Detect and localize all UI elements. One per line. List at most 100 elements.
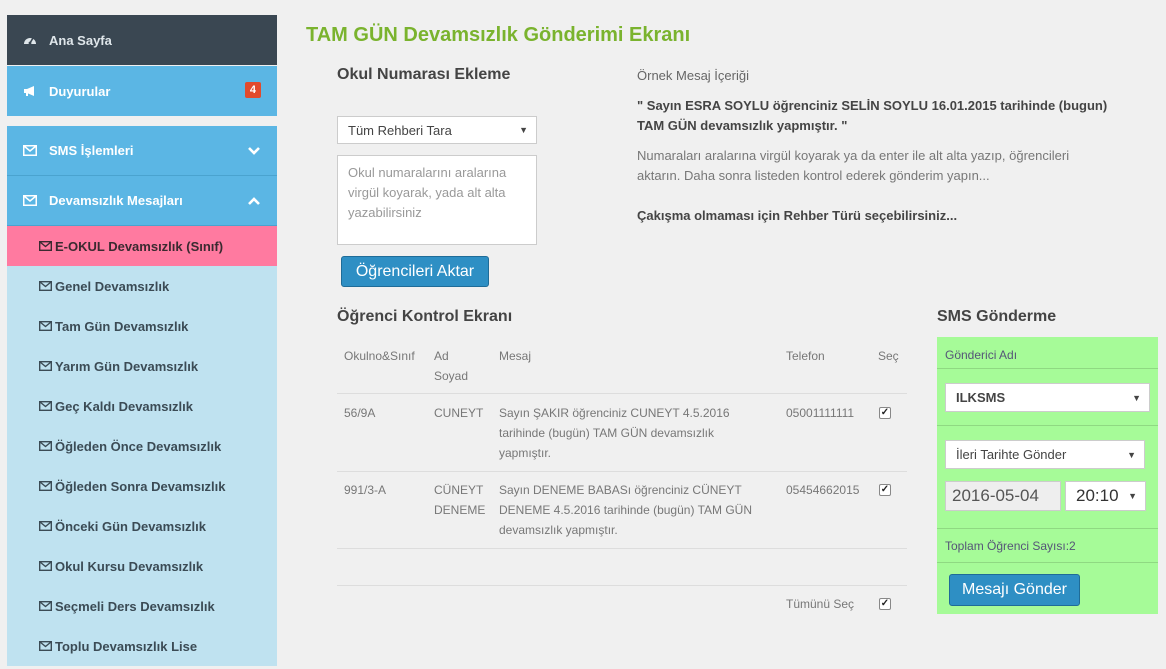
submenu-item[interactable]: Öğleden Önce Devamsızlık [7, 426, 277, 466]
submenu-item-label: Genel Devamsızlık [55, 278, 170, 294]
nav-announcements[interactable]: Duyurular 4 [7, 66, 277, 116]
submenu-item[interactable]: Genel Devamsızlık [7, 266, 277, 306]
nav-absence-messages[interactable]: Devamsızlık Mesajları [7, 176, 277, 226]
submenu-item[interactable]: Seçmeli Ders Devamsızlık [7, 586, 277, 626]
row-1-message-line-1: Sayın ŞAKIR öğrenciniz CUNEYT 4.5.2016 [499, 406, 730, 420]
transfer-students-button[interactable]: Öğrencileri Aktar [341, 256, 489, 287]
sender-name-select[interactable]: ILKSMS ▼ [945, 383, 1150, 412]
col-header-school-no: Okulno&Sınıf [344, 349, 415, 363]
col-header-message: Mesaj [499, 349, 532, 363]
announcements-count-badge: 4 [244, 82, 261, 98]
row-1-phone: 05001111111 [786, 406, 855, 420]
col-header-select: Seç [878, 349, 899, 363]
chevron-up-icon [247, 193, 261, 209]
conflict-note: Çakışma olmaması için Rehber Türü seçebi… [637, 208, 958, 223]
col-header-name: Ad [434, 349, 449, 363]
sample-message-heading: Örnek Mesaj İçeriği [637, 68, 749, 83]
caret-down-icon: ▼ [1132, 392, 1141, 403]
submenu-item-label: Seçmeli Ders Devamsızlık [55, 598, 215, 614]
submenu-item[interactable]: Tam Gün Devamsızlık [7, 306, 277, 346]
envelope-icon [39, 361, 54, 371]
submenu-item[interactable]: E-OKUL Devamsızlık (Sınıf) [7, 226, 277, 266]
row-2-select-checkbox[interactable]: ✓ [879, 484, 891, 496]
sms-send-heading: SMS Gönderme [937, 308, 1057, 325]
row-2-school-no: 991/3-A [344, 483, 387, 497]
envelope-icon [39, 321, 54, 331]
nav-absence-messages-label: Devamsızlık Mesajları [49, 193, 183, 208]
envelope-icon [39, 241, 54, 251]
send-time-select[interactable]: 20:10 ▼ [1065, 481, 1146, 511]
row-2-surname: DENEME [434, 503, 486, 517]
row-2-phone: 05454662015 [786, 483, 860, 497]
send-date-input[interactable]: 2016-05-04 [945, 481, 1061, 511]
megaphone-icon [23, 85, 41, 97]
row-1-name: CUNEYT [434, 406, 484, 420]
nav-sms-operations-label: SMS İşlemleri [49, 143, 134, 158]
envelope-icon [39, 641, 54, 651]
envelope-icon [39, 601, 54, 611]
sender-name-label: Gönderici Adı [945, 348, 1018, 362]
submenu-item[interactable]: Yarım Gün Devamsızlık [7, 346, 277, 386]
absence-submenu: E-OKUL Devamsızlık (Sınıf) Genel Devamsız… [7, 226, 277, 666]
sms-panel [937, 337, 1158, 614]
dashboard-icon [23, 34, 41, 46]
submenu-item[interactable]: Öğleden Sonra Devamsızlık [7, 466, 277, 506]
control-screen-heading: Öğrenci Kontrol Ekranı [337, 308, 513, 325]
row-2-message-line-1: Sayın DENEME BABASı öğrenciniz CÜNEYT [499, 483, 742, 497]
submenu-item-label: Önceki Gün Devamsızlık [55, 518, 207, 534]
row-2-name: CÜNEYT [434, 483, 484, 497]
info-text-line-2: aktarın. Daha sonra listeden kontrol ede… [637, 168, 990, 183]
schedule-select-value: İleri Tarihte Gönder [956, 447, 1067, 462]
row-1-select-checkbox[interactable]: ✓ [879, 407, 891, 419]
caret-down-icon: ▼ [1128, 491, 1137, 501]
select-all-label: Tümünü Seç [786, 597, 855, 611]
school-numbers-textarea[interactable]: Okul numaralarını aralarına virgül koyar… [337, 155, 537, 245]
envelope-icon [39, 561, 54, 571]
submenu-item[interactable]: Önceki Gün Devamsızlık [7, 506, 277, 546]
submenu-item[interactable]: Okul Kursu Devamsızlık [7, 546, 277, 586]
submenu-item-label: Öğleden Sonra Devamsızlık [55, 478, 226, 494]
submenu-item[interactable]: Toplu Devamsızlık Lise [7, 626, 277, 666]
schedule-select[interactable]: İleri Tarihte Gönder ▼ [945, 440, 1145, 469]
envelope-icon [39, 521, 54, 531]
col-header-surname: Soyad [434, 369, 469, 383]
sender-name-select-value: ILKSMS [956, 390, 1006, 405]
envelope-icon [39, 281, 54, 291]
submenu-item-label: Öğleden Önce Devamsızlık [55, 438, 222, 454]
envelope-icon [39, 481, 54, 491]
submenu-item[interactable]: Geç Kaldı Devamsızlık [7, 386, 277, 426]
nav-home[interactable]: Ana Sayfa [7, 15, 277, 65]
row-1-school-no: 56/9A [344, 406, 376, 420]
row-1-message-line-2: tarihinde (bugün) TAM GÜN devamsızlık [499, 426, 714, 440]
submenu-item-label: Tam Gün Devamsızlık [55, 318, 189, 334]
select-all-checkbox[interactable]: ✓ [879, 598, 891, 610]
total-students-count: Toplam Öğrenci Sayısı:2 [945, 539, 1076, 553]
chevron-down-icon [247, 143, 261, 159]
nav-sms-operations[interactable]: SMS İşlemleri [7, 126, 277, 176]
submenu-item-label: Geç Kaldı Devamsızlık [55, 398, 194, 414]
col-header-phone: Telefon [786, 349, 825, 363]
submenu-item-label: E-OKUL Devamsızlık (Sınıf) [55, 238, 224, 254]
add-numbers-heading: Okul Numarası Ekleme [337, 66, 511, 83]
envelope-icon [39, 401, 54, 411]
submenu-item-label: Okul Kursu Devamsızlık [55, 558, 204, 574]
caret-down-icon: ▼ [1127, 449, 1136, 460]
guide-type-select-value: Tüm Rehberi Tara [348, 122, 452, 138]
send-message-button[interactable]: Mesajı Gönder [949, 574, 1080, 606]
submenu-item-label: Toplu Devamsızlık Lise [55, 638, 198, 654]
envelope-icon [23, 195, 41, 206]
send-time-value: 20:10 [1076, 486, 1119, 505]
sample-message-line-2: TAM GÜN devamsızlık yapmıştır. " [637, 118, 848, 133]
nav-home-label: Ana Sayfa [49, 32, 112, 48]
row-1-message-line-3: yapmıştır. [499, 446, 552, 460]
envelope-icon [39, 441, 54, 451]
guide-type-select[interactable]: Tüm Rehberi Tara ▼ [337, 116, 537, 144]
caret-down-icon: ▼ [519, 125, 528, 135]
nav-announcements-label: Duyurular [49, 83, 111, 99]
page-title: TAM GÜN Devamsızlık Gönderimi Ekranı [306, 24, 691, 46]
send-date-value: 2016-05-04 [952, 486, 1039, 505]
envelope-icon [23, 145, 41, 156]
row-2-message-line-2: DENEME 4.5.2016 tarihinde (bugün) TAM GÜ… [499, 503, 753, 517]
info-text-line-1: Numaraları aralarına virgül koyarak ya d… [637, 148, 1070, 163]
row-2-message-line-3: devamsızlık yapmıştır. [499, 523, 618, 537]
